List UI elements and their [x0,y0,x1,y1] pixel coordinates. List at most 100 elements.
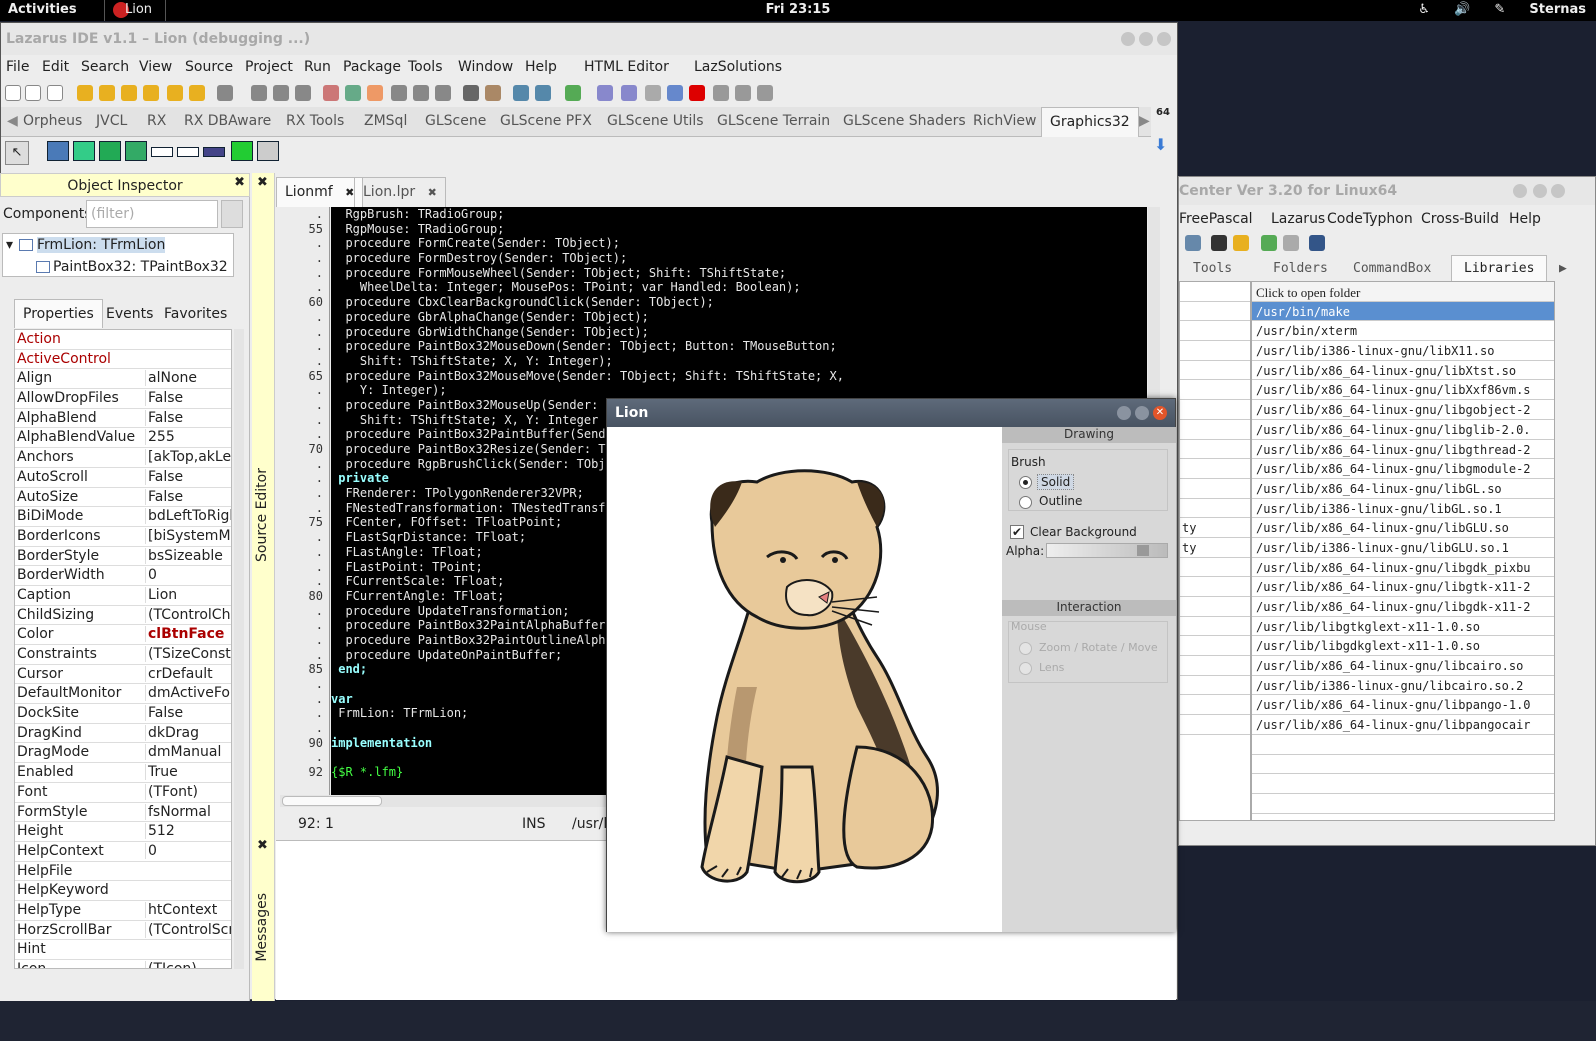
library-item[interactable]: /usr/lib/x86_64-linux-gnu/libgdk-x11-2 [1252,597,1554,617]
view-units-icon[interactable] [345,85,361,101]
code-line[interactable]: Shift: TShiftState; X, Y: Integer); [331,354,1147,369]
close-icon[interactable] [1551,184,1565,198]
property-row[interactable]: Align alNone [15,369,231,390]
menu-run[interactable]: Run [304,59,331,75]
property-row[interactable]: HelpContext 0 [15,842,231,862]
property-value[interactable]: False [145,390,231,407]
center-titlebar[interactable]: Center Ver 3.20 for Linux64 [1179,177,1595,205]
tab-folders[interactable]: Folders [1273,261,1328,276]
tab-jvcl[interactable]: JVCL [96,113,127,129]
open-package-icon[interactable] [167,85,183,101]
property-row[interactable]: FormStyle fsNormal [15,803,231,823]
step-icon[interactable] [597,85,613,101]
menu-help[interactable]: Help [1509,211,1541,227]
property-value[interactable]: (TSizeConstr [145,646,231,662]
library-item[interactable]: /usr/lib/x86_64-linux-gnu/libXxf86vm.s [1252,380,1554,401]
code-line[interactable]: procedure CbxClearBackgroundClick(Sender… [331,295,1147,310]
project-options-icon[interactable] [413,85,429,101]
run-menu-icon[interactable] [565,85,581,101]
image32-icon[interactable] [47,141,69,161]
library-item[interactable]: /usr/bin/make [1252,301,1554,322]
property-row[interactable]: Cursor crDefault [15,665,231,685]
property-row[interactable]: Height 512 [15,822,231,842]
property-value[interactable]: htContext [145,901,231,918]
library-item[interactable]: /usr/lib/x86_64-linux-gnu/libpangocair [1252,715,1554,735]
menu-source[interactable]: Source [185,59,233,75]
property-row[interactable]: Constraints (TSizeConstr [15,645,231,665]
menu-lazarus[interactable]: Lazarus [1271,211,1325,227]
lens-label[interactable]: Lens [1039,661,1064,674]
property-row[interactable]: DragMode dmManual [15,743,231,764]
property-row[interactable]: ActiveControl [15,350,231,370]
add-to-project-icon[interactable] [435,85,451,101]
gaugebar-icon[interactable] [177,147,199,157]
tab-glscene-utils[interactable]: GLScene Utils [607,113,704,129]
property-row[interactable]: Caption Lion [15,586,231,606]
menu-help[interactable]: Help [525,59,557,75]
run-icon[interactable] [645,85,661,101]
user-menu[interactable]: Sternas [1529,2,1586,17]
code-line[interactable]: RgpMouse: TRadioGroup; [331,222,1147,237]
step-into-icon[interactable] [621,85,637,101]
hscroll-thumb[interactable] [282,796,382,806]
property-row[interactable]: AlphaBlend False [15,409,231,429]
code-line[interactable]: WheelDelta: Integer; MousePos: TPoint; v… [331,280,1147,295]
maximize-icon[interactable] [1139,32,1153,46]
property-row[interactable]: DragKind dkDrag [15,724,231,744]
property-value[interactable]: 0 [145,842,231,859]
property-value[interactable]: 512 [145,823,231,840]
tab-rx-dbaware[interactable]: RX DBAware [184,113,271,129]
rebuild-icon[interactable] [535,85,551,101]
menu-cross-build[interactable]: Cross-Build [1421,211,1499,227]
property-value[interactable]: alNone [145,370,231,387]
zoom-radio[interactable] [1019,642,1032,655]
alpha-slider-thumb[interactable] [1137,545,1149,556]
property-row[interactable]: BiDiMode bdLeftToRigh [15,507,231,527]
library-item[interactable]: /usr/lib/x86_64-linux-gnu/libXtst.so [1252,361,1554,381]
property-row[interactable]: AutoSize False [15,488,231,508]
code-line[interactable]: procedure PaintBox32MouseMove(Sender: TO… [331,369,1147,384]
tool-icon-1[interactable] [1185,235,1201,251]
property-value[interactable]: bdLeftToRigh [145,508,231,525]
tab-glscene[interactable]: GLScene [425,113,486,129]
library-item[interactable]: /usr/lib/i386-linux-gnu/libX11.so [1252,341,1554,361]
volume-icon[interactable]: 🔊 [1454,2,1470,17]
pen-icon[interactable]: ✎ [1494,2,1505,17]
outline-radio[interactable] [1019,496,1032,509]
step-out-icon[interactable] [735,85,751,101]
library-item[interactable]: /usr/lib/x86_64-linux-gnu/libgdk_pixbu [1252,558,1554,578]
property-row[interactable]: AllowDropFiles False [15,389,231,409]
save-icon[interactable] [217,85,233,101]
scrollbar-icon[interactable] [203,147,225,157]
paintbox32-icon[interactable] [99,141,121,161]
menu-file[interactable]: File [6,59,29,75]
library-item[interactable]: /usr/lib/x86_64-linux-gnu/libgobject-2 [1252,400,1554,420]
tab-favorites[interactable]: Favorites [164,306,227,322]
library-item[interactable]: /usr/lib/x86_64-linux-gnu/libpango-1.0 [1252,695,1554,716]
minimize-icon[interactable] [1117,406,1131,420]
close-tab-icon[interactable]: ✖ [345,186,354,199]
main-titlebar[interactable]: Lazarus IDE v1.1 – Lion (debugging ...) [1,23,1177,55]
component-filter-input[interactable]: (filter) [86,200,218,228]
rangebar-icon[interactable] [151,147,173,157]
tab-graphics32[interactable]: Graphics32 [1041,107,1139,137]
tab-zmsql[interactable]: ZMSql [364,113,407,129]
solid-label[interactable]: Solid [1037,474,1075,490]
tab-orpheus[interactable]: Orpheus [23,113,82,129]
new-unit-icon[interactable] [47,85,63,101]
property-value[interactable]: Lion [145,586,231,603]
code-line[interactable]: procedure FormMouseWheel(Sender: TObject… [331,266,1147,281]
property-value[interactable]: False [145,468,231,485]
open-project-icon[interactable] [143,85,159,101]
code-line[interactable]: Y: Integer); [331,383,1147,398]
close-editor-icon[interactable]: ✖ [257,175,268,190]
property-value[interactable]: dmManual [145,744,231,761]
maximize-icon[interactable] [1533,184,1547,198]
open-icon[interactable] [77,85,93,101]
property-value[interactable]: dmActiveForr [145,685,231,702]
revert-icon[interactable] [121,85,137,101]
library-item[interactable]: /usr/lib/i386-linux-gnu/libcairo.so.2 [1252,676,1554,696]
tab-richview[interactable]: RichView [973,113,1036,129]
gr32-icon[interactable] [257,141,279,161]
close-file-icon[interactable] [273,85,289,101]
